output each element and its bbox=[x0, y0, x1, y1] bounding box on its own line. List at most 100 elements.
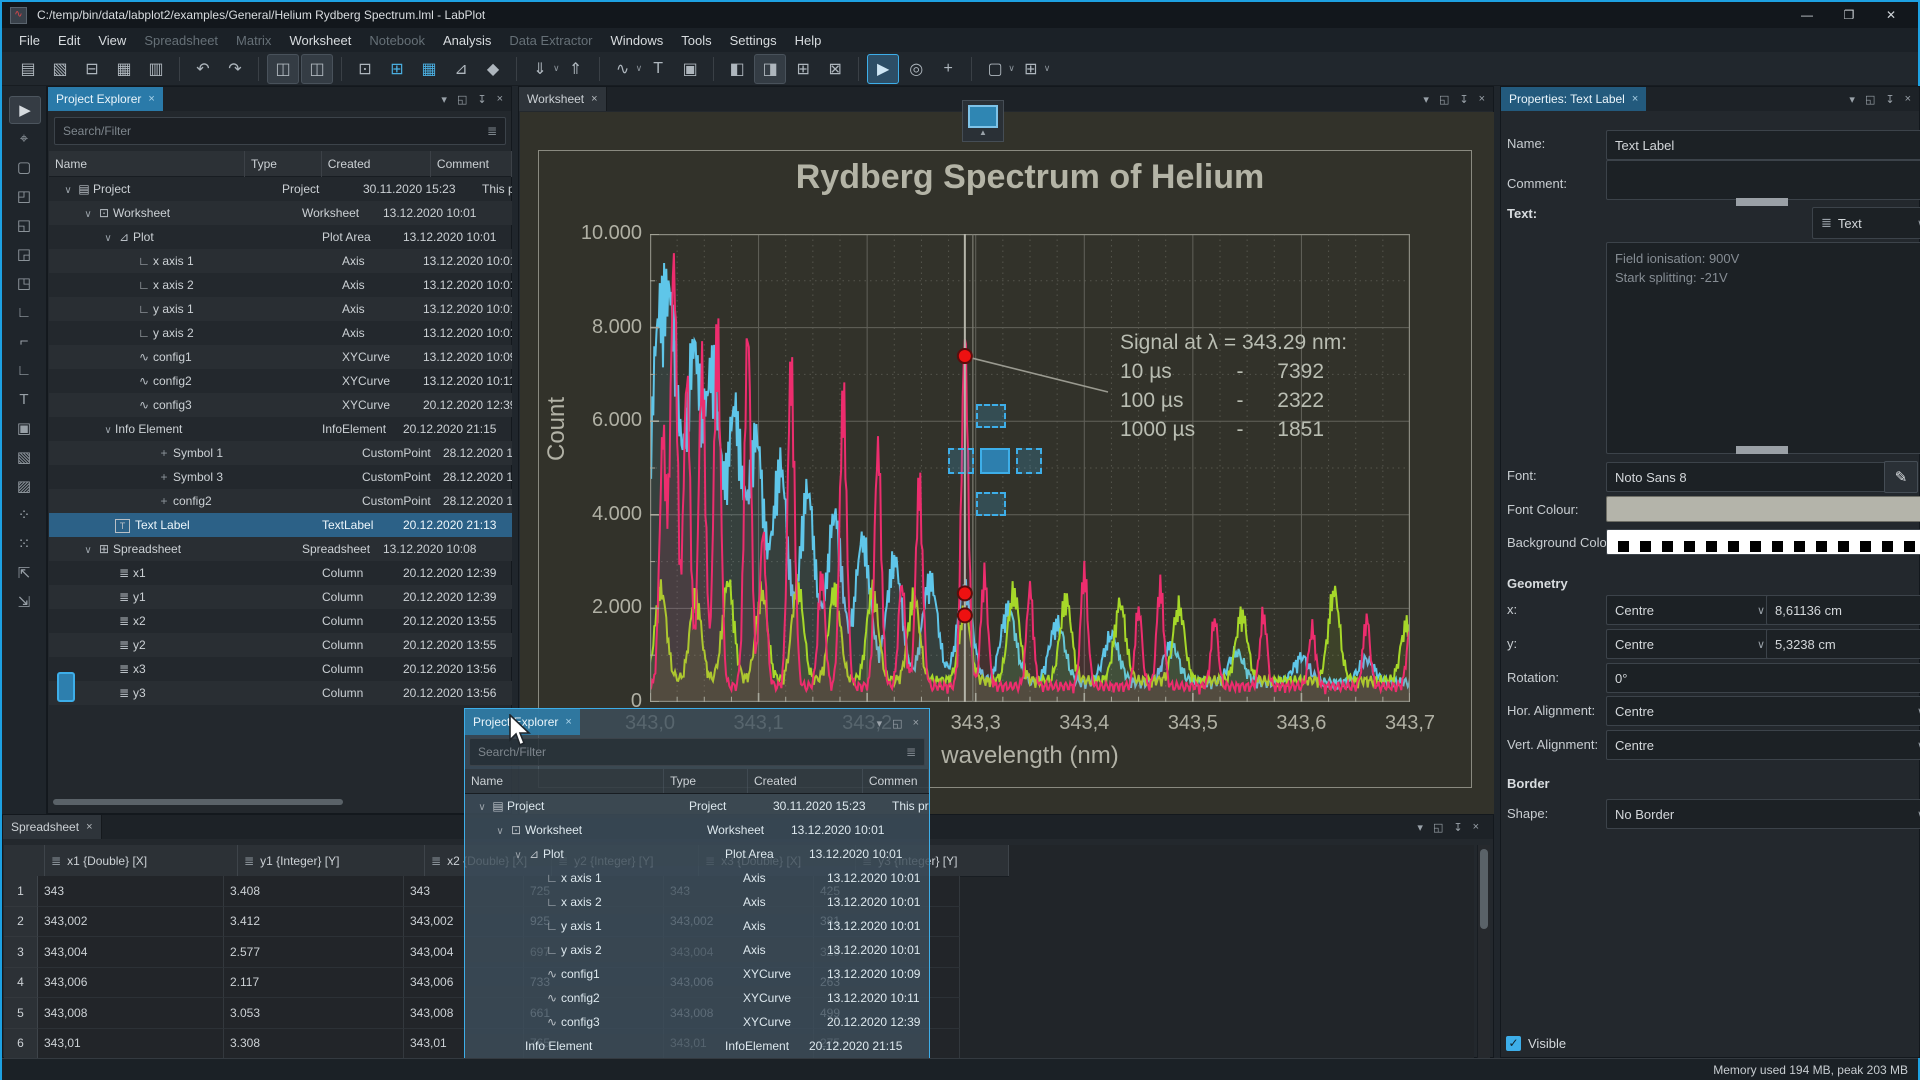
layout-vertical-button[interactable]: ◧ bbox=[722, 55, 752, 83]
font-edit-button[interactable]: ✎ bbox=[1884, 461, 1918, 493]
y-axis-title[interactable]: Count bbox=[543, 431, 571, 461]
close-tab-icon[interactable]: × bbox=[86, 821, 92, 833]
tree-row-x-axis-2[interactable]: ∟x axis 2Axis13.12.2020 10:01 bbox=[49, 273, 512, 297]
tree-row-x-axis-1[interactable]: ∟x axis 1Axis13.12.2020 10:01 bbox=[49, 249, 512, 273]
column-header-type[interactable]: Type bbox=[245, 151, 322, 177]
float-dock-icon[interactable]: ◱ bbox=[892, 717, 902, 730]
tree-row-y2[interactable]: ≣y2Column20.12.2020 13:55integer da bbox=[49, 633, 512, 657]
dock-menu-icon[interactable]: ▾ bbox=[1417, 821, 1423, 834]
chevron-down-icon[interactable]: ∨ bbox=[1008, 63, 1015, 74]
table-cell[interactable]: 3.408 bbox=[224, 876, 404, 907]
expander-icon[interactable]: ∨ bbox=[81, 545, 95, 556]
table-cell[interactable]: 3.053 bbox=[224, 998, 404, 1029]
menu-spreadsheet[interactable]: Spreadsheet bbox=[135, 33, 227, 48]
visible-checkbox[interactable]: ✓ Visible bbox=[1506, 1036, 1566, 1051]
name-input[interactable]: Text Label bbox=[1606, 130, 1920, 160]
tree-row-symbol-3[interactable]: +Symbol 3CustomPoint28.12.2020 10:06 bbox=[49, 465, 512, 489]
new-spreadsheet-button[interactable]: ⊞ bbox=[382, 55, 412, 83]
floating-tree-row-config2[interactable]: ∿config2XYCurve13.12.2020 10:11 bbox=[465, 986, 929, 1010]
shift-right-tool[interactable]: ⁙ bbox=[9, 531, 39, 557]
export-button[interactable]: ⇑ bbox=[561, 55, 591, 83]
menu-windows[interactable]: Windows bbox=[602, 33, 673, 48]
column-header-x1[interactable]: ≣x1 {Double} [X] bbox=[45, 845, 238, 876]
save-project-button[interactable]: ⊟ bbox=[77, 55, 107, 83]
close-tab-icon[interactable]: × bbox=[148, 93, 154, 105]
row-number[interactable]: 1 bbox=[4, 876, 38, 907]
add-axis-tool[interactable]: ∟ bbox=[9, 299, 39, 325]
floating-tree-row-config1[interactable]: ∿config1XYCurve13.12.2020 10:09 bbox=[465, 962, 929, 986]
tree-row-project[interactable]: ∨▤ProjectProject30.11.2020 15:23This pro… bbox=[49, 177, 512, 201]
pointer-tool[interactable]: ▶ bbox=[9, 96, 41, 124]
explorer-hscrollbar[interactable] bbox=[49, 797, 512, 807]
column-header-name[interactable]: Name bbox=[49, 151, 245, 177]
chevron-down-icon[interactable]: ∨ bbox=[636, 63, 643, 74]
new-worksheet-button[interactable]: ⊡ bbox=[350, 55, 380, 83]
filter-options-icon[interactable]: ≣ bbox=[487, 124, 497, 138]
column-header-created[interactable]: Created bbox=[322, 151, 431, 177]
tree-row-x3[interactable]: ≣x3Column20.12.2020 13:56numerical bbox=[49, 657, 512, 681]
resize-nub[interactable] bbox=[1736, 198, 1788, 206]
close-tab-icon[interactable]: × bbox=[565, 716, 571, 728]
axis-left-tool[interactable]: ∟ bbox=[9, 357, 39, 383]
floating-tree-row-info-element[interactable]: Info ElementInfoElement20.12.2020 21:15 bbox=[465, 1034, 929, 1058]
menu-data-extractor[interactable]: Data Extractor bbox=[500, 33, 601, 48]
new-matrix-button[interactable]: ▦ bbox=[414, 55, 444, 83]
new-datapicker-button[interactable]: ⊿ bbox=[446, 55, 476, 83]
hor-alignment-dropdown[interactable]: Centre∨ bbox=[1606, 696, 1920, 726]
add-curve-tool[interactable]: ▧ bbox=[9, 444, 39, 470]
splitter-handle[interactable] bbox=[57, 672, 75, 702]
floating-tree-row-y-axis-2[interactable]: ∟y axis 2Axis13.12.2020 10:01 bbox=[465, 938, 929, 962]
row-number[interactable]: 5 bbox=[4, 998, 38, 1029]
text-mode-dropdown[interactable]: ≣ Text ∨ bbox=[1812, 207, 1920, 239]
zoom-select-tool[interactable]: ▢ bbox=[9, 154, 39, 180]
new-plot-button[interactable]: ∿ bbox=[608, 55, 638, 83]
tab-worksheet[interactable]: Worksheet × bbox=[519, 87, 607, 111]
add-image-tool[interactable]: ▣ bbox=[9, 415, 39, 441]
dock-menu-icon[interactable]: ▾ bbox=[877, 717, 883, 730]
tree-row-plot[interactable]: ∨⊿PlotPlot Area13.12.2020 10:01 bbox=[49, 225, 512, 249]
spreadsheet-vscrollbar[interactable] bbox=[1477, 845, 1490, 1058]
tree-row-config3[interactable]: ∿config3XYCurve20.12.2020 12:39 bbox=[49, 393, 512, 417]
float-dock-icon[interactable]: ◱ bbox=[1433, 821, 1443, 834]
tree-row-config2[interactable]: ∿config2XYCurve13.12.2020 10:11 bbox=[49, 369, 512, 393]
table-cell[interactable]: 2.117 bbox=[224, 968, 404, 999]
toggle-properties-explorer-button[interactable]: ◫ bbox=[301, 54, 333, 84]
zoom-select-button[interactable]: + bbox=[933, 55, 963, 83]
menu-settings[interactable]: Settings bbox=[721, 33, 786, 48]
table-cell[interactable]: 3.412 bbox=[224, 907, 404, 938]
menu-tools[interactable]: Tools bbox=[672, 33, 720, 48]
crosshair-button[interactable]: ◎ bbox=[901, 55, 931, 83]
table-cell[interactable]: 343 bbox=[38, 876, 224, 907]
table-cell[interactable]: 343,002 bbox=[38, 907, 224, 938]
zoom-out-tool[interactable]: ◳ bbox=[9, 270, 39, 296]
add-text-tool[interactable]: T bbox=[9, 386, 39, 412]
pin-dock-icon[interactable]: ↧ bbox=[477, 93, 486, 106]
menu-edit[interactable]: Edit bbox=[49, 33, 89, 48]
table-cell[interactable]: 3.308 bbox=[224, 1029, 404, 1059]
dock-menu-icon[interactable]: ▾ bbox=[1849, 93, 1855, 106]
menu-file[interactable]: File bbox=[10, 33, 49, 48]
close-dock-icon[interactable]: × bbox=[1473, 821, 1479, 833]
dock-menu-icon[interactable]: ▾ bbox=[441, 93, 447, 106]
import-button[interactable]: ⇓ bbox=[525, 55, 555, 83]
floating-tree-row-config3[interactable]: ∿config3XYCurve20.12.2020 12:39 bbox=[465, 1010, 929, 1034]
floating-tree-row-y-axis-1[interactable]: ∟y axis 1Axis13.12.2020 10:01 bbox=[465, 914, 929, 938]
zoom-y-tool[interactable]: ◱ bbox=[9, 212, 39, 238]
color-maps-button[interactable]: ◆ bbox=[478, 55, 508, 83]
table-cell[interactable]: 343,006 bbox=[38, 968, 224, 999]
menu-notebook[interactable]: Notebook bbox=[360, 33, 434, 48]
scale-auto-tool[interactable]: ⇱ bbox=[9, 560, 39, 586]
tree-row-x1[interactable]: ≣x1Column20.12.2020 12:39numerical bbox=[49, 561, 512, 585]
add-legend-tool[interactable]: ▨ bbox=[9, 473, 39, 499]
tree-row-info-element[interactable]: ∨Info ElementInfoElement20.12.2020 21:15 bbox=[49, 417, 512, 441]
expander-icon[interactable]: ∨ bbox=[101, 425, 115, 436]
font-input[interactable]: Noto Sans 8 bbox=[1606, 462, 1896, 492]
minimize-button[interactable]: — bbox=[1786, 2, 1828, 28]
row-number[interactable]: 2 bbox=[4, 907, 38, 938]
new-project-button[interactable]: ▤ bbox=[13, 55, 43, 83]
row-number[interactable]: 4 bbox=[4, 968, 38, 999]
maximize-button[interactable]: ❐ bbox=[1828, 2, 1870, 28]
menu-view[interactable]: View bbox=[89, 33, 135, 48]
table-cell[interactable]: 343,004 bbox=[38, 937, 224, 968]
axis-bottom-tool[interactable]: ⌐ bbox=[9, 328, 39, 354]
